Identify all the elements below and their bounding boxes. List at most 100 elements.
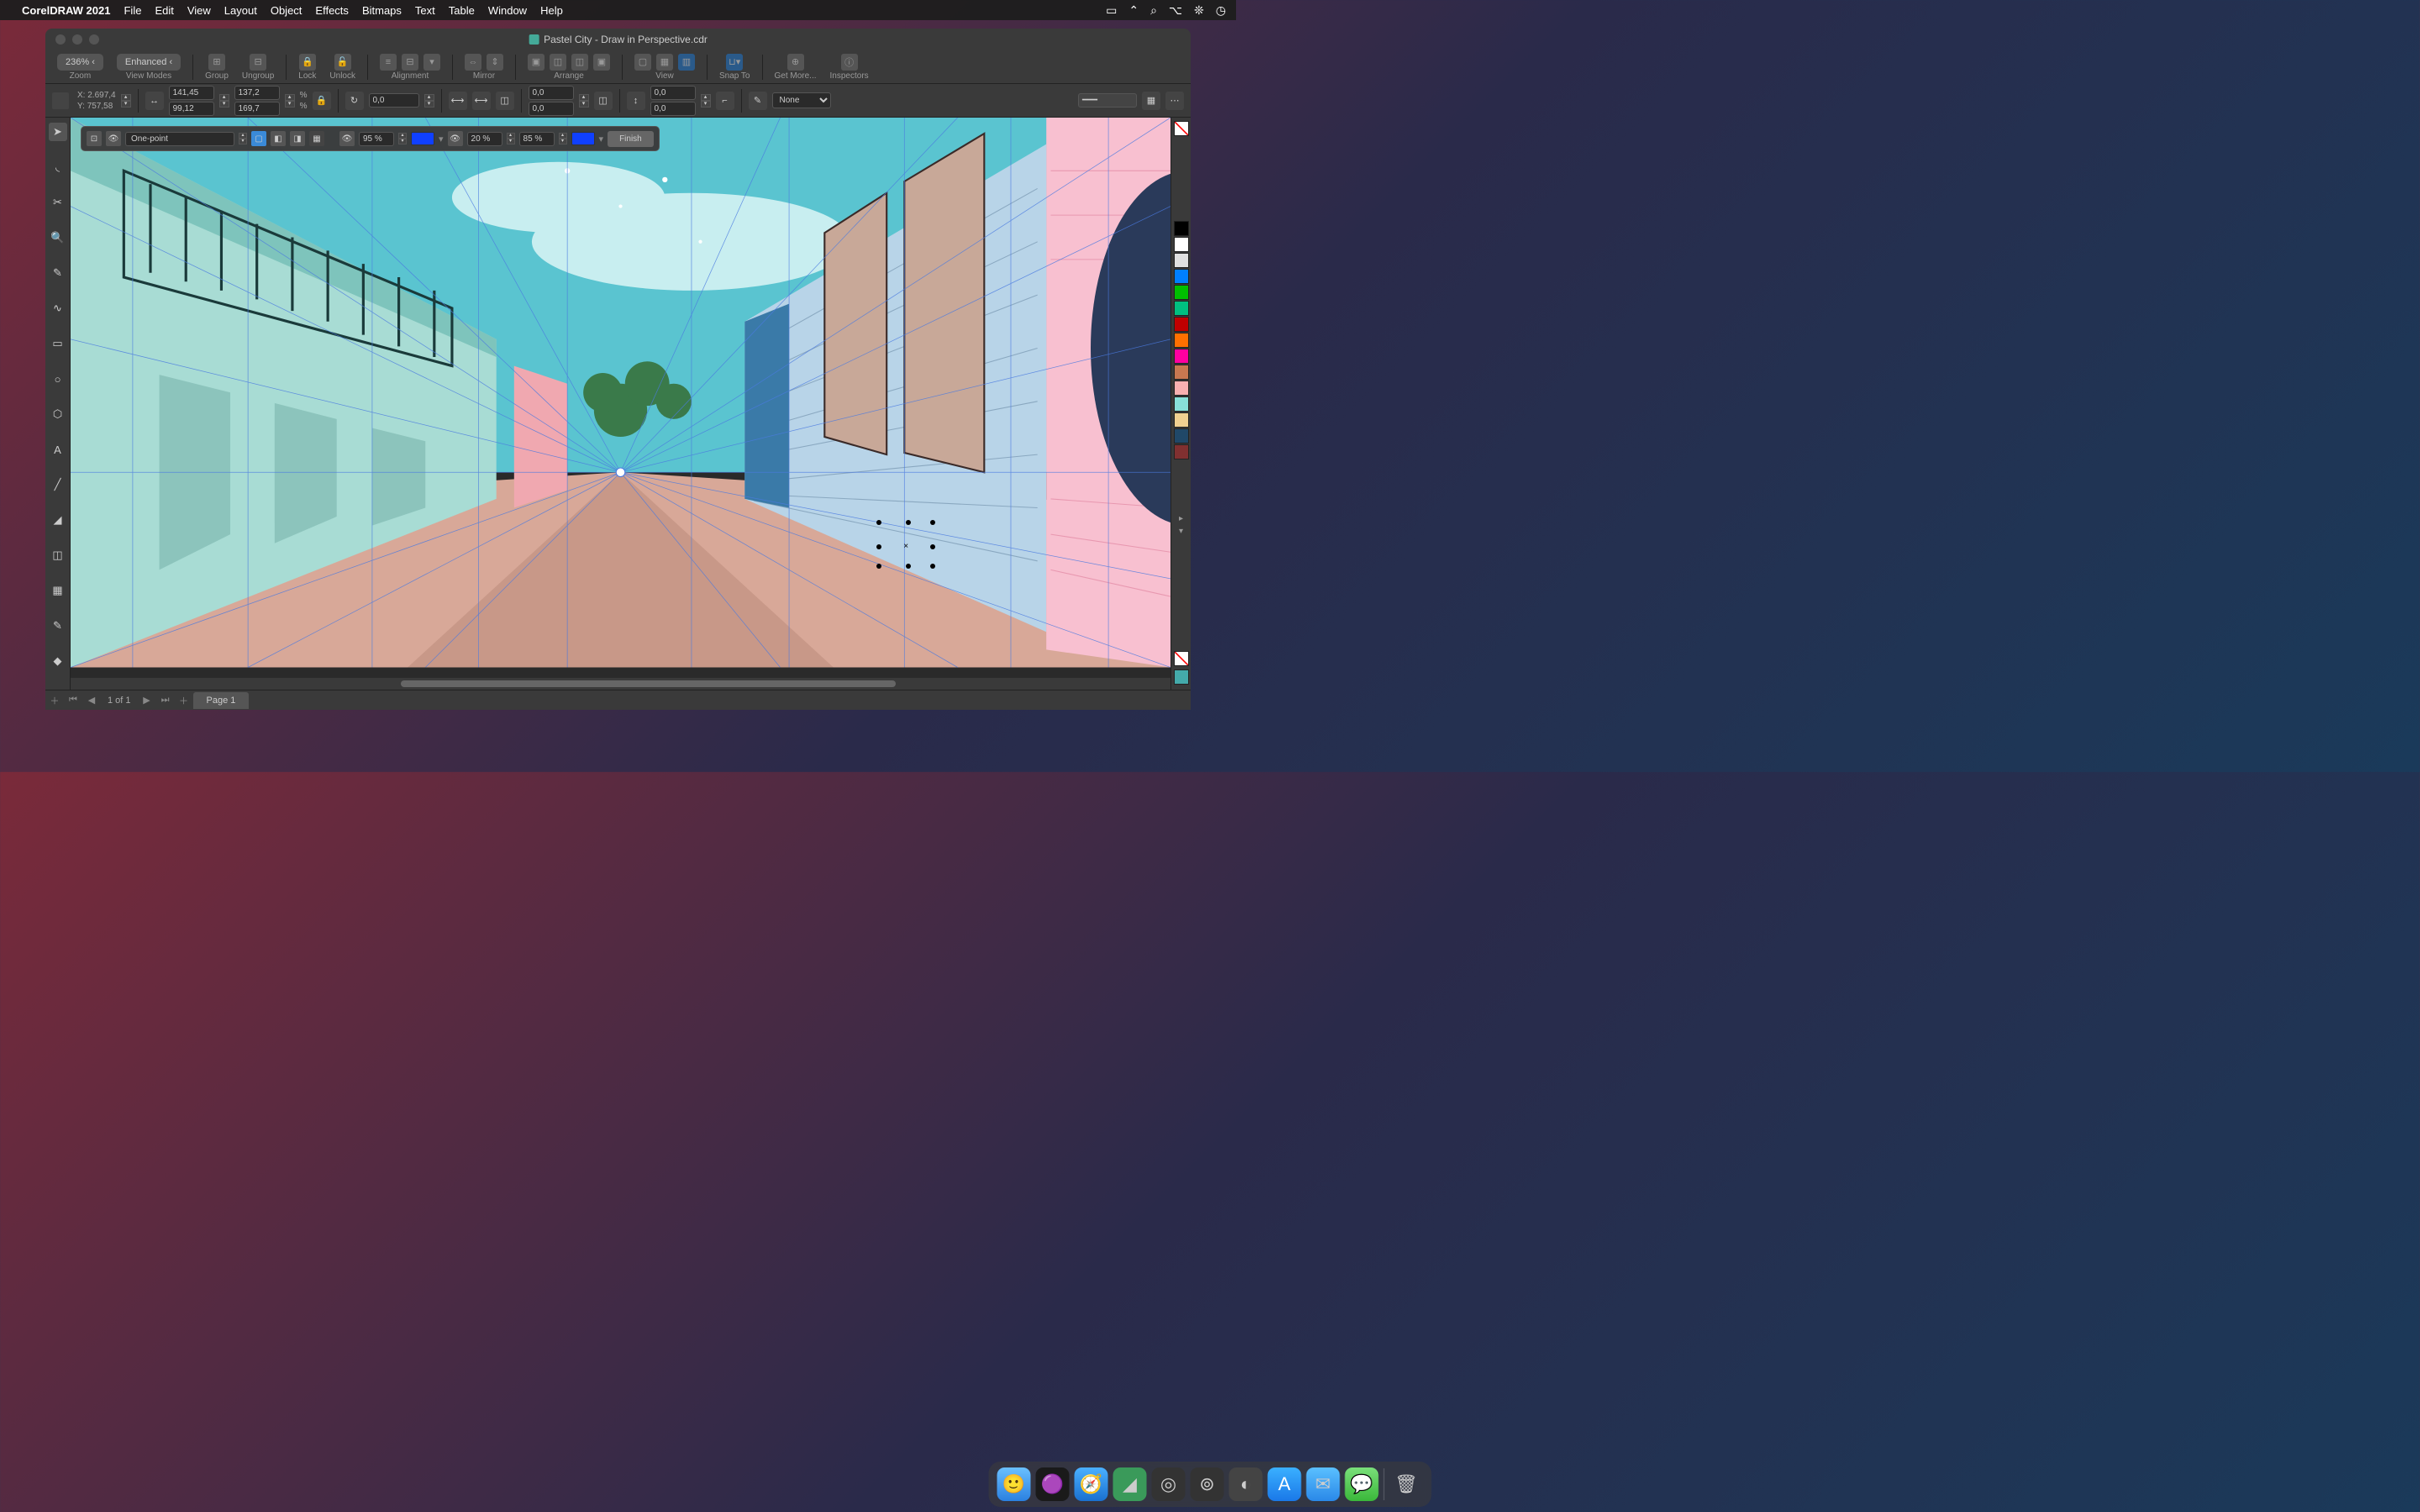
zoom-dropdown[interactable]: 236% ‹ (57, 54, 103, 71)
dock-app6[interactable]: ⊚ (1191, 1467, 1224, 1501)
swatch[interactable] (1174, 365, 1189, 380)
opacity1-input[interactable] (359, 132, 394, 146)
crop-tool[interactable]: ✂ (49, 193, 67, 212)
viewmode-dropdown[interactable]: Enhanced ‹ (117, 54, 181, 71)
origin-grid-icon[interactable] (52, 92, 69, 109)
add-page-button[interactable]: ＋ (45, 694, 64, 707)
pattern-tool[interactable]: ▦ (49, 581, 67, 600)
align-more-icon[interactable]: ▾ (424, 54, 440, 71)
eyedropper-tool[interactable]: ✎ (49, 617, 67, 635)
outline-style[interactable]: ━━━ (1078, 93, 1137, 108)
finish-button[interactable]: Finish (608, 131, 654, 147)
unlock-icon[interactable]: 🔓 (334, 54, 351, 71)
pick-tool[interactable]: ➤ (49, 123, 67, 141)
opacity2-eye-icon[interactable]: 👁 (448, 131, 463, 146)
wh-spinner[interactable]: ▴▾ (219, 94, 229, 108)
add-page-after-button[interactable]: ＋ (175, 694, 193, 707)
menu-bitmaps[interactable]: Bitmaps (362, 4, 402, 17)
outline-indicator[interactable] (1174, 669, 1189, 685)
fill-tool[interactable]: ◆ (49, 652, 67, 670)
scale-spinner[interactable]: ▴▾ (285, 94, 295, 108)
inspectors-icon[interactable]: ⓘ (841, 54, 858, 71)
transparency-tool[interactable]: ◫ (49, 546, 67, 564)
polygon-tool[interactable]: ⬡ (49, 405, 67, 423)
opacity2-input[interactable] (467, 132, 502, 146)
menu-window[interactable]: Window (488, 4, 527, 17)
opacity1-spinner[interactable]: ▴▾ (398, 133, 407, 144)
swatch-none[interactable] (1174, 121, 1189, 136)
options-icon[interactable]: ⋯ (1165, 92, 1184, 110)
swatch[interactable] (1174, 221, 1189, 236)
drawing-canvas[interactable]: × ⊡ 👁 One-point ▴▾ ▢ ◧ ◨ ▦ 👁 ▴▾ (71, 118, 1171, 678)
swatch[interactable] (1174, 333, 1189, 348)
selection-handles[interactable]: × (876, 520, 935, 569)
first-page-button[interactable]: ⏮ (64, 695, 82, 706)
swatch[interactable] (1174, 428, 1189, 444)
swatch[interactable] (1174, 412, 1189, 428)
xy-spinner[interactable]: ▴▾ (121, 94, 131, 108)
dock-safari[interactable]: 🧭 (1075, 1467, 1108, 1501)
menu-layout[interactable]: Layout (224, 4, 257, 17)
menu-edit[interactable]: Edit (155, 4, 173, 17)
page-tab-1[interactable]: Page 1 (193, 692, 250, 709)
edit-fill-icon[interactable]: ▦ (1142, 92, 1160, 110)
persp-eye-icon[interactable]: 👁 (106, 131, 121, 146)
dock-siri[interactable]: 🟣 (1036, 1467, 1070, 1501)
clock-icon[interactable]: ◷ (1216, 3, 1226, 18)
rot-spinner[interactable]: ▴▾ (424, 94, 434, 108)
swatch[interactable] (1174, 285, 1189, 300)
persp-lock-icon[interactable]: ⊡ (87, 131, 102, 146)
freehand-tool[interactable]: ✎ (49, 264, 67, 282)
x-value[interactable]: 2.697,4 (87, 91, 115, 100)
curve-tool[interactable]: ∿ (49, 299, 67, 318)
swatch[interactable] (1174, 381, 1189, 396)
dock-app5[interactable]: ◎ (1152, 1467, 1186, 1501)
battery-icon[interactable]: ▭ (1106, 3, 1117, 18)
swatch[interactable] (1174, 396, 1189, 412)
dock-mail[interactable]: ✉ (1307, 1467, 1340, 1501)
palette-more-icon[interactable]: ▸ (1179, 514, 1183, 523)
horizontal-scrollbar[interactable] (71, 678, 1171, 690)
dock-coreldraw[interactable]: ◢ (1113, 1467, 1147, 1501)
getmore-icon[interactable]: ⊕ (787, 54, 804, 71)
palette-scroll-down-icon[interactable]: ▾ (1179, 527, 1183, 536)
rectangle-tool[interactable]: ▭ (49, 334, 67, 353)
swatch[interactable] (1174, 269, 1189, 284)
swatch[interactable] (1174, 444, 1189, 459)
line-tool[interactable]: ╱ (49, 475, 67, 494)
swatch[interactable] (1174, 237, 1189, 252)
dock-appstore[interactable]: A (1268, 1467, 1302, 1501)
app-name[interactable]: CorelDRAW 2021 (22, 4, 110, 17)
sp2-input[interactable] (650, 102, 696, 116)
plane-side-icon[interactable]: ◧ (271, 131, 286, 146)
outline-width-select[interactable]: None (772, 92, 831, 108)
swatch[interactable] (1174, 349, 1189, 364)
arrange-backward-icon[interactable]: ◫ (571, 54, 588, 71)
zoom-button[interactable] (89, 34, 99, 45)
dropshadow-tool[interactable]: ◢ (49, 511, 67, 529)
flip-v-icon[interactable]: ⟷ (472, 92, 491, 110)
opacity2-spinner[interactable]: ▴▾ (507, 133, 515, 144)
spotlight-icon[interactable]: ⌕ (1150, 3, 1157, 18)
color3-swatch[interactable] (571, 132, 595, 145)
dock-app7[interactable]: ◐ (1229, 1467, 1263, 1501)
corner-icon[interactable]: ⌐ (716, 92, 734, 110)
opacity1-eye-icon[interactable]: 👁 (339, 131, 355, 146)
arrange-back-icon[interactable]: ▣ (593, 54, 610, 71)
skew-spinner[interactable]: ▴▾ (579, 94, 589, 108)
menu-help[interactable]: Help (540, 4, 563, 17)
menu-object[interactable]: Object (271, 4, 302, 17)
minimize-button[interactable] (72, 34, 82, 45)
swatch[interactable] (1174, 253, 1189, 268)
menu-file[interactable]: File (124, 4, 141, 17)
prev-page-button[interactable]: ◀ (82, 695, 101, 706)
width-input[interactable] (169, 86, 214, 100)
scaley-input[interactable] (234, 102, 280, 116)
persp-grid-icon[interactable]: ▦ (309, 131, 324, 146)
ellipse-tool[interactable]: ○ (49, 370, 67, 388)
next-page-button[interactable]: ▶ (138, 695, 156, 706)
skew-icon[interactable]: ◫ (496, 92, 514, 110)
flip-h-icon[interactable]: ⟷ (449, 92, 467, 110)
plane-top-icon[interactable]: ◨ (290, 131, 305, 146)
last-page-button[interactable]: ⏭ (156, 695, 175, 706)
